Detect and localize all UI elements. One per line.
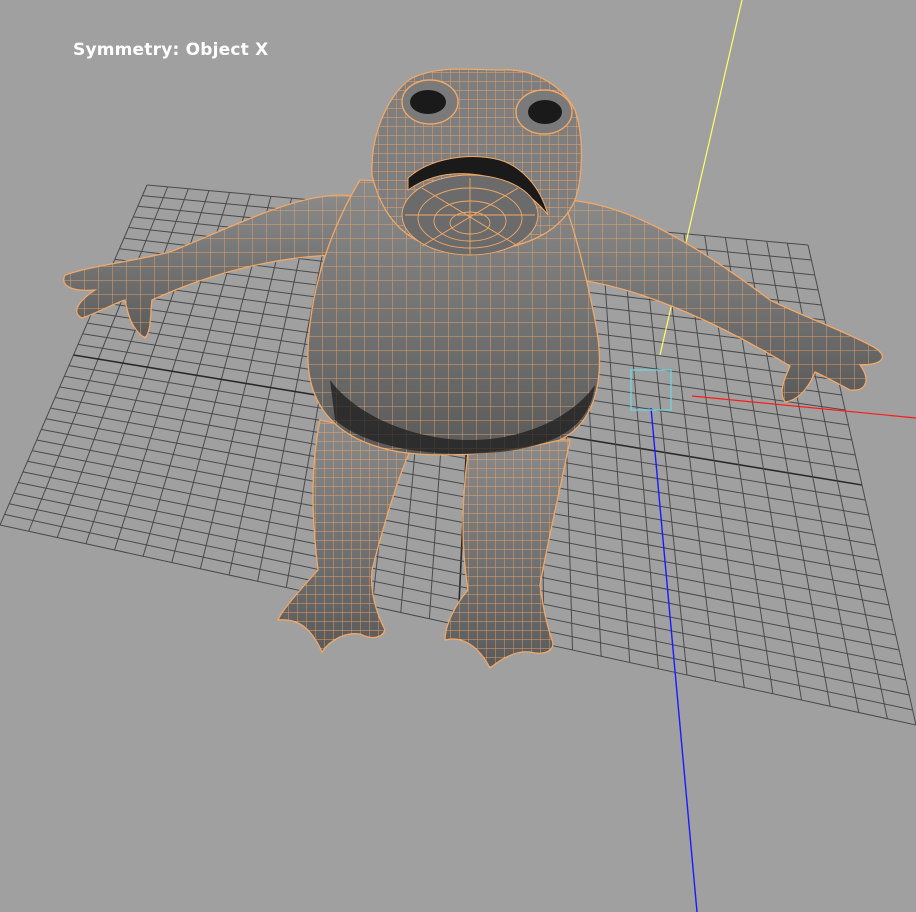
- viewport-canvas[interactable]: [0, 0, 916, 912]
- grid-line: [600, 226, 631, 663]
- grid-line: [807, 244, 916, 726]
- grid-line: [32, 450, 893, 621]
- 3d-viewport[interactable]: Symmetry: Object X: [0, 0, 916, 912]
- symmetry-label: Symmetry: Object X: [73, 40, 269, 60]
- frog-mesh[interactable]: [63, 68, 883, 670]
